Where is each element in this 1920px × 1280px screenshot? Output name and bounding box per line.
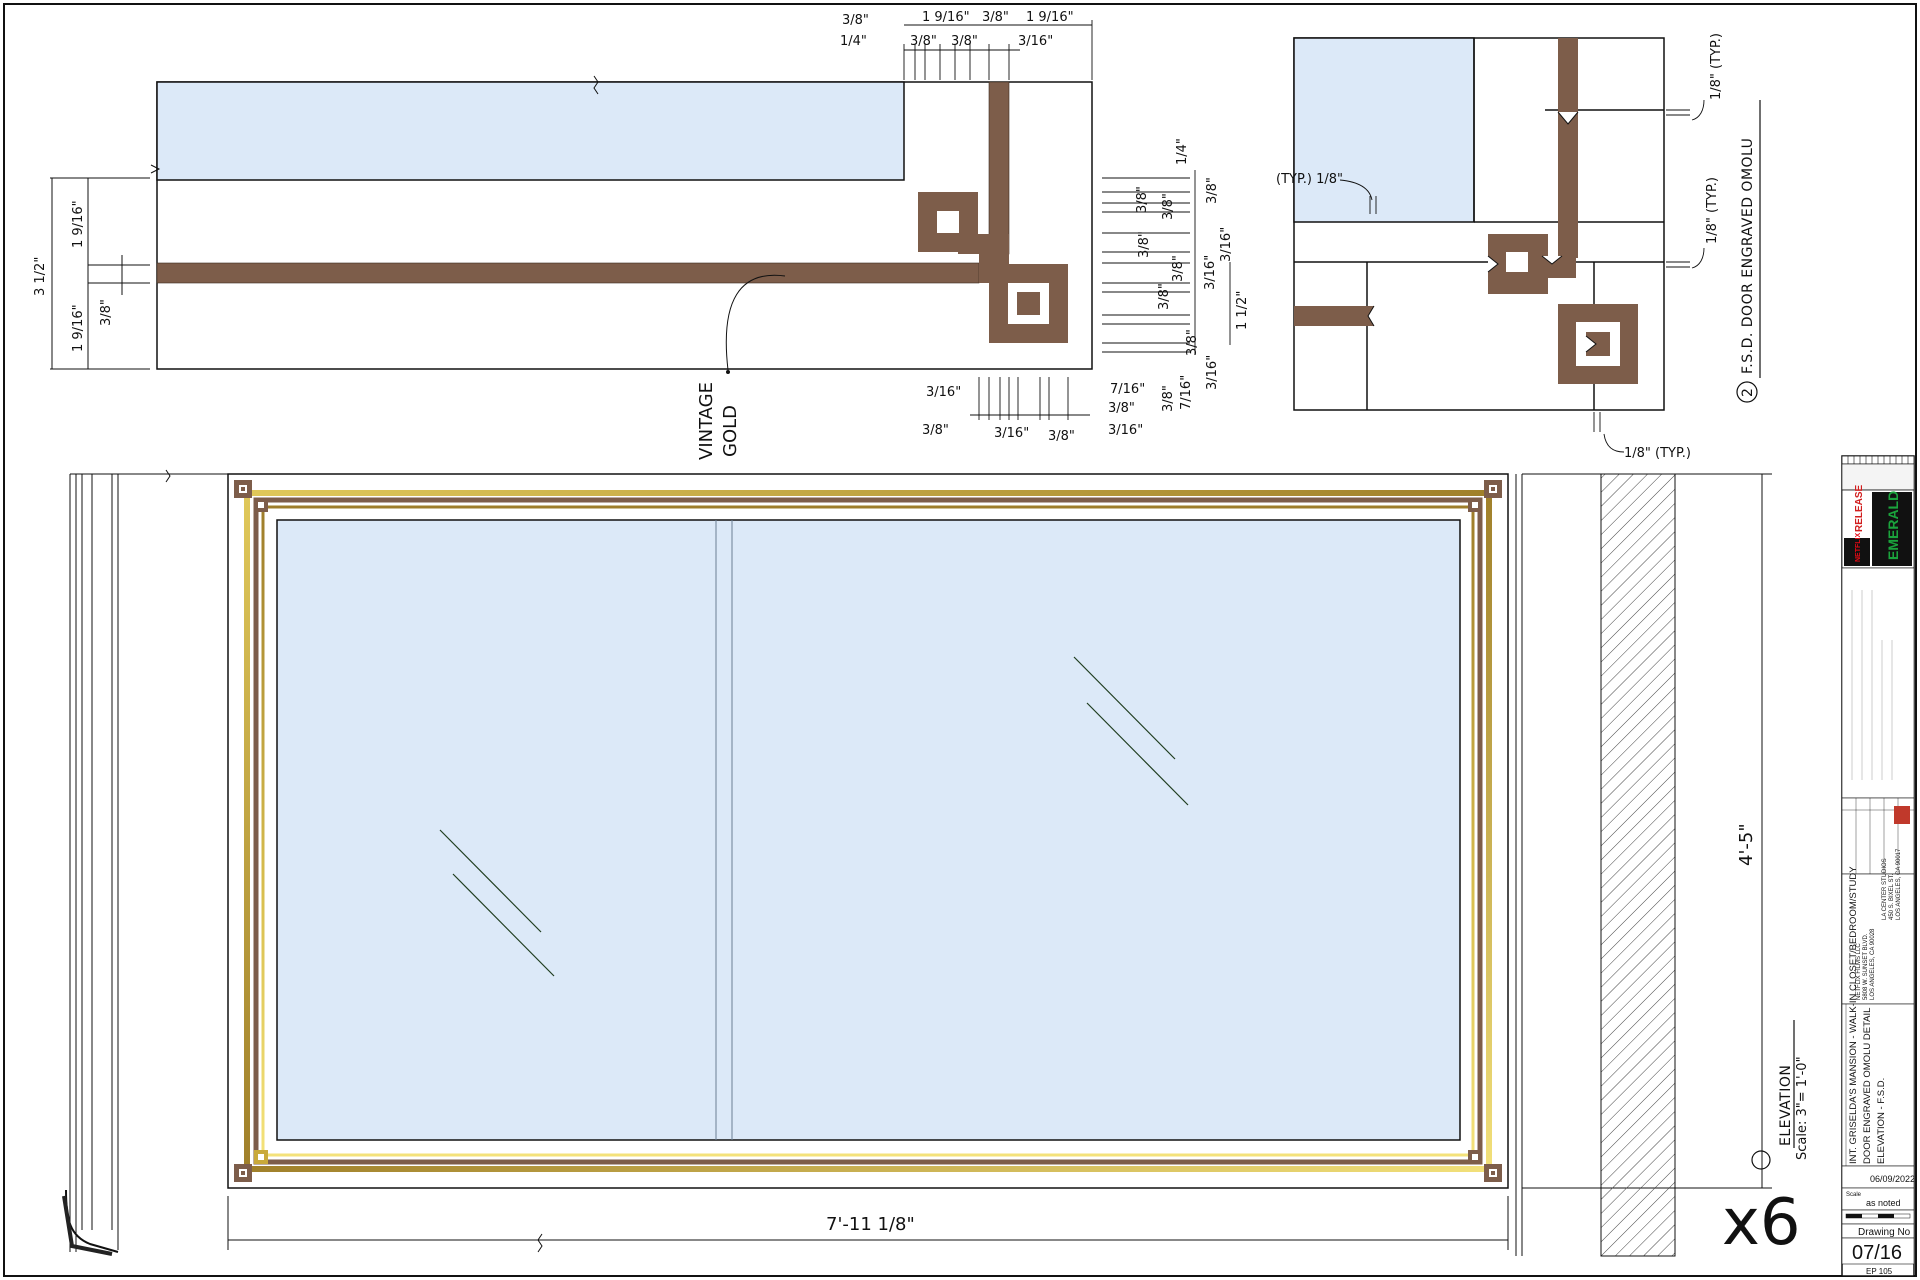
- studio-logo: [1894, 806, 1910, 824]
- left-jamb: [62, 473, 228, 1256]
- corner-dim-typ-bottom: 1/8" (TYP.): [1624, 446, 1691, 461]
- top-dim-b: 1 9/16": [922, 10, 970, 25]
- break-mark-elevation: [165, 469, 171, 483]
- corner-dim-typ-left: (TYP.) 1/8": [1276, 172, 1343, 187]
- right-dim-k: 3/8": [1185, 329, 1200, 356]
- title-block: RELEASE NETFLIX EMERALD NETFLIX FILMS LL…: [1841, 455, 1915, 1277]
- company-line-3: LOS ANGELES, CA 90028: [1870, 928, 1876, 1000]
- multiplier: x6: [1722, 1186, 1801, 1260]
- drawing-sheet: VINTAGE GOLD 3 1/2" 1 9/16" 1 9/16" 3/8": [3, 3, 1917, 1277]
- project-line: INT. GRISELDA'S MANSION - WALK-IN CLOSET…: [1848, 866, 1859, 1164]
- elevation-width-dim: 7'-11 1/8": [826, 1214, 915, 1235]
- date-value: 06/09/2022: [1870, 1174, 1915, 1184]
- scale-bar-seg: [1846, 1214, 1862, 1218]
- top-dim-h: 3/16": [1018, 34, 1053, 49]
- bottom-dim-a: 3/16": [926, 385, 961, 400]
- elevation-scale: Scale: 3"= 1'-0": [1795, 1056, 1810, 1160]
- studio-line-2: 450 S. BIXEL ST.: [1889, 874, 1895, 920]
- elevation-height-dim: 4'-5": [1736, 823, 1757, 866]
- right-dim-a: 1/4": [1175, 138, 1190, 165]
- inlay-square-small-hole: [937, 211, 959, 233]
- top-dim-g: 3/8": [951, 34, 978, 49]
- detail-corner: (TYP.) 1/8" 1/8" (TYP.) 1/8" (TYP.) 1/8"…: [1276, 33, 1761, 461]
- detail-corner-title: F.S.D. DOOR ENGRAVED OMOLU: [1740, 138, 1756, 374]
- studio-line-3: LOS ANGELES, CA 90017: [1896, 848, 1902, 920]
- right-dim-b: 3/8": [1205, 177, 1220, 204]
- scale-value: as noted: [1866, 1198, 1901, 1208]
- right-dim-c: 3/8": [1135, 186, 1150, 213]
- company-line-2: 5808 W. SUNSET BLVD.: [1863, 933, 1869, 1000]
- top-dim-c: 3/8": [982, 10, 1009, 25]
- inlay-horizontal: [156, 262, 980, 284]
- dim-1-9-16-upper: 1 9/16": [71, 200, 86, 248]
- sheet-line-2: ELEVATION - F.S.D.: [1876, 1078, 1887, 1164]
- elevation-title: ELEVATION: [1778, 1065, 1794, 1146]
- right-dim-i: 3/8": [1157, 283, 1172, 310]
- top-dim-f: 3/8": [910, 34, 937, 49]
- bottom-dimension-lines: [970, 377, 1090, 420]
- top-dim-d: 1 9/16": [1026, 10, 1074, 25]
- scale-label: Scale: [1846, 1192, 1862, 1198]
- gold-label: GOLD: [720, 405, 741, 457]
- sheet-code: EP 105: [1866, 1267, 1893, 1276]
- show-label: EMERALD: [1885, 491, 1901, 560]
- bottom-dim-d: 3/8": [922, 423, 949, 438]
- studio-line-1: LA CENTER STUDIOS: [1882, 858, 1888, 920]
- left-dimensions: [50, 177, 150, 370]
- drawing-no-value: 07/16: [1852, 1242, 1902, 1264]
- detail-top: VINTAGE GOLD 3 1/2" 1 9/16" 1 9/16" 3/8": [33, 10, 1250, 460]
- dim-1-9-16-lower: 1 9/16": [71, 304, 86, 352]
- sheet-line-1: DOOR ENGRAVED OMOLU DETAIL: [1862, 1008, 1873, 1164]
- dim-3-8-left: 3/8": [99, 299, 114, 326]
- detail-number: 2: [1740, 388, 1756, 397]
- elevation: 7'-11 1/8" 4'-5" ELEVATION Scale: 3"= 1'…: [62, 469, 1810, 1260]
- right-dim-f: 3/8": [1137, 231, 1152, 258]
- corner-dim-typ-right-1: 1/8" (TYP.): [1709, 33, 1724, 100]
- bottom-dim-f: 3/8": [1048, 429, 1075, 444]
- bottom-dim-c: 3/8": [1108, 401, 1135, 416]
- wall-hatch: [1600, 473, 1676, 1257]
- network-label: NETFLIX: [1855, 533, 1862, 562]
- right-dim-h: 3/8": [1171, 255, 1186, 282]
- right-dim-n: 3/8": [1161, 385, 1176, 412]
- vintage-label: VINTAGE: [696, 382, 717, 460]
- top-dim-e: 1/4": [840, 34, 867, 49]
- tb-credits: [1841, 567, 1915, 799]
- top-dimension-lines: [903, 20, 1093, 80]
- detail-top-glass: [156, 81, 905, 181]
- corner-square-small-hole: [1506, 252, 1528, 272]
- corner-dim-typ-right-2: 1/8" (TYP.): [1705, 177, 1720, 244]
- leader-dot: [726, 370, 730, 374]
- right-dim-l: 7/16": [1179, 375, 1194, 410]
- bottom-dim-g: 3/16": [1108, 423, 1143, 438]
- dim-3-1-2: 3 1/2": [33, 257, 48, 296]
- bottom-dim-e: 3/16": [994, 426, 1029, 441]
- scale-bar-seg-2: [1878, 1214, 1894, 1218]
- top-dim-a: 3/8": [842, 13, 869, 28]
- right-dim-j: 1 1/2": [1235, 291, 1250, 330]
- inlay-vertical: [988, 81, 1010, 255]
- right-dim-d: 3/8": [1161, 193, 1176, 220]
- right-dim-g: 3/16": [1203, 255, 1218, 290]
- right-dim-e: 3/16": [1219, 227, 1234, 262]
- release-label: RELEASE: [1854, 484, 1865, 532]
- door-glass: [276, 519, 1461, 1141]
- tb-contacts: [1841, 463, 1915, 491]
- elevation-title-circle: [1751, 1150, 1771, 1170]
- corner-inlay-horizontal: [1294, 306, 1374, 326]
- drawing-no-label: Drawing No: [1858, 1227, 1911, 1238]
- corner-glass: [1293, 37, 1475, 223]
- bottom-dim-b: 7/16": [1110, 382, 1145, 397]
- right-dim-m: 3/16": [1205, 355, 1220, 390]
- inlay-square-large-core: [1017, 292, 1040, 315]
- corner-link-v: [1558, 198, 1578, 258]
